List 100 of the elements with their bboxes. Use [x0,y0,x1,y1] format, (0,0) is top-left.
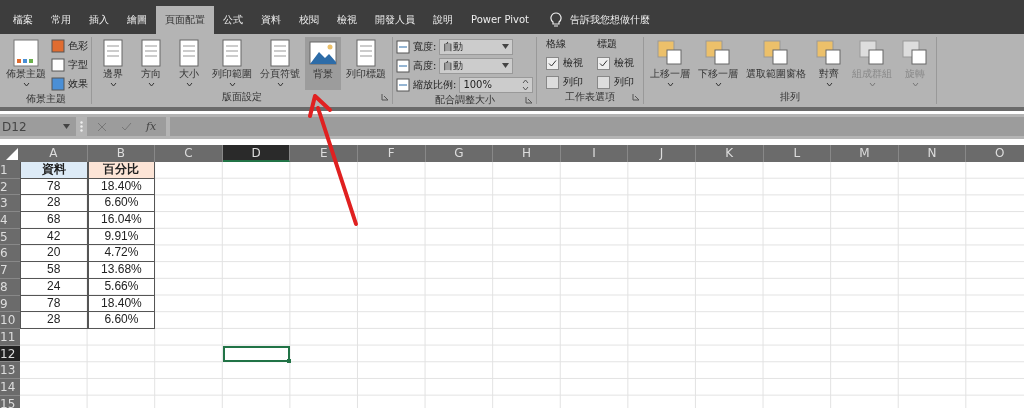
caret-icon [868,82,876,87]
column-header[interactable]: J [628,145,696,162]
landscape-icon [308,38,338,68]
ribbon-tab[interactable]: 公式 [214,6,252,34]
ribbon-button[interactable]: 分頁符號 [257,37,303,90]
field-label: 縮放比例: [413,77,457,92]
name-box[interactable]: D12 [0,117,76,136]
column-header[interactable]: K [695,145,764,162]
column-header[interactable]: I [560,145,629,162]
column-header[interactable]: A [20,145,88,162]
column-header[interactable]: D [222,145,291,162]
row-header[interactable]: 10 [0,312,20,329]
checkbox[interactable] [597,56,611,70]
ribbon-button[interactable]: 方向 [133,37,169,90]
group-label: 佈景主題 [25,92,66,106]
caret-icon [911,82,919,87]
ribbon-button[interactable]: 對齊 [811,37,848,90]
ribbon-tab[interactable]: 常用 [42,6,80,34]
checkbox-label: 列印 [563,75,584,89]
column-header[interactable]: O [966,145,1024,162]
ribbon-button[interactable]: 列印範圍 [209,37,255,90]
group-label: 版面設定 [222,90,262,104]
column-header[interactable]: M [831,145,899,162]
row-header[interactable]: 1 [0,162,20,179]
checkbox[interactable] [546,75,560,89]
ribbon-small-button[interactable]: 效果 [51,75,88,92]
caret-icon [147,82,155,87]
dropdown-arrow-icon[interactable] [63,124,70,129]
row-header[interactable]: 3 [0,195,20,213]
ribbon-tab[interactable]: 說明 [424,6,462,34]
swatch-icon [51,57,65,72]
row-header[interactable]: 4 [0,212,20,229]
row-header[interactable]: 7 [0,262,20,279]
ribbon-tab[interactable]: 檢視 [328,6,366,34]
column-header[interactable]: H [493,145,561,162]
spinner-field[interactable]: 100% [459,76,534,93]
ribbon-small-button[interactable]: 色彩 [51,37,88,54]
dialog-launcher-icon[interactable] [525,96,534,104]
check-icon[interactable] [121,121,132,132]
spinner-arrows-icon[interactable] [522,78,530,91]
column-header[interactable]: C [155,145,223,162]
column-header[interactable]: L [763,145,832,162]
dialog-launcher-icon[interactable] [632,93,641,101]
ribbon-tab[interactable]: 頁面配置 [156,6,214,34]
dropdown-field[interactable]: 自動 [439,38,514,55]
tell-me-search[interactable]: 告訴我您想做什麼 [569,6,650,34]
field-label: 高度: [413,58,437,73]
table-cell: 68 [20,212,88,229]
ribbon-button[interactable]: 選取範圍窗格 [743,37,810,90]
table-cell: 18.40% [87,178,156,196]
table-cell: 78 [20,178,88,196]
ribbon-button[interactable]: 上移一層 [647,37,694,90]
ribbon-button[interactable]: 佈景主題 [3,37,49,92]
column-header[interactable]: G [425,145,494,162]
insert-function-button[interactable]: fx [146,120,157,133]
caret-icon [714,82,722,87]
ribbon-tab[interactable]: 校閱 [290,6,328,34]
table-cell: 42 [20,228,88,246]
column-header[interactable]: E [290,145,358,162]
caret-icon [825,82,833,87]
checkbox[interactable] [546,56,560,70]
option-heading: 標題 [597,37,619,51]
resize-icon [396,58,410,73]
select-all-corner[interactable] [0,145,20,162]
table-cell: 78 [20,295,88,313]
resize-icon [396,77,410,92]
dialog-launcher-icon[interactable] [381,93,389,101]
ribbon-tab[interactable]: 檔案 [4,6,42,34]
table-cell: 4.72% [87,245,156,263]
active-cell[interactable] [222,345,291,363]
ribbon-tab[interactable]: 開發人員 [366,6,424,34]
caret-icon [228,82,236,87]
table-cell: 6.60% [87,195,156,213]
row-header[interactable]: 6 [0,245,20,263]
group-label: 排列 [780,90,801,104]
option-heading: 格線 [546,37,568,51]
row-header[interactable]: 13 [0,362,20,379]
ribbon-tab[interactable]: 資料 [252,6,290,34]
dropdown-arrow-icon[interactable] [502,63,510,68]
column-header[interactable]: B [87,145,156,162]
caret-icon [109,82,117,87]
table-cell: 28 [20,312,88,329]
table-cell: 9.91% [87,228,156,246]
ribbon-button[interactable]: 列印標題 [343,37,389,90]
column-header[interactable]: F [357,145,426,162]
ribbon-button[interactable]: 背景 [305,37,341,90]
ribbon-button[interactable]: 下移一層 [695,37,742,90]
ribbon-tab[interactable]: 繪圖 [118,6,156,34]
ribbon-button[interactable]: 邊界 [95,37,131,90]
checkbox[interactable] [597,75,611,89]
table-cell: 6.60% [87,312,156,329]
dropdown-arrow-icon[interactable] [502,44,510,49]
column-header[interactable]: N [898,145,967,162]
ribbon-small-button[interactable]: 字型 [51,56,88,73]
ribbon-tab[interactable]: Power Pivot [462,6,538,34]
ribbon-tab[interactable]: 插入 [80,6,118,34]
formula-input[interactable] [170,117,1024,136]
ribbon-button[interactable]: 大小 [171,37,207,90]
dropdown-field[interactable]: 自動 [439,57,514,74]
lightbulb-icon [549,12,562,28]
